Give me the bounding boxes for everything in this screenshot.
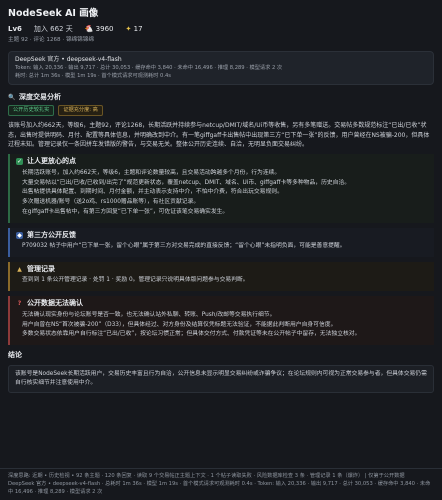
chicken-count: 3960: [95, 24, 114, 33]
admin-text: 查到到 1 条公开管理记录 · 处罚 1 · 奖励 0。管理记录只说明具体版问题…: [22, 277, 249, 284]
footer: 深度思路: 近期 • 历史检视 • 92 条主题 · 120 条回复 · 读取 …: [0, 467, 442, 500]
list-item: 多次赠送机器/账号（送2o鸡、rs1000赠品账等），有社区贡献记录。: [22, 199, 200, 206]
uncertain-panel: ? 公开数据无法确认 无法确认现实身份与论坛账号是否一致，也无法确认站外私聊、转…: [8, 296, 434, 346]
search-icon: 🔍: [8, 94, 16, 102]
question-icon: ?: [17, 300, 22, 308]
admin-panel: ▲ 管理记录 查到到 1 条公开管理记录 · 处罚 1 · 奖励 0。管理记录只…: [8, 262, 434, 292]
list-item: 长期活跃账号，加入约662天，等级6，主题和评论数量较高，且交易活动跨越多个月份…: [22, 169, 281, 176]
admin-heading: 管理记录: [27, 265, 55, 274]
analysis-paragraph: 该账号加入约662天，等级6，主题92，评论1268，长期活跃并持续参与netc…: [8, 122, 430, 148]
list-item: 出售帖提供具体配置、到期时间、月付金额，并主动表示支持中介，不怕中介费，符合出玩…: [22, 189, 283, 196]
list-item: 多数交易状态依靠用户自行标注“已出/已收”，按论坛习惯正常；但具体交付方式、付款…: [22, 331, 361, 338]
analysis-heading-text: 深度交易分析: [19, 92, 61, 101]
timing-info: 耗时: 总计 1m 36s · 模型 1m 19s · 首个模式请求可观测耗时 …: [15, 72, 171, 79]
joined-days: 加入 662 天: [33, 24, 73, 33]
positives-panel: ✓ 让人更放心的点 长期活跃账号，加入约662天，等级6，主题和评论数量较高，且…: [8, 154, 434, 223]
list-item: 用户自曾在NS“首次被骗-200”（D33），但具体经过、对方身份及结算仅凭标题…: [22, 321, 337, 328]
chicken-stat: 🐔 3960: [85, 25, 114, 34]
third-party-panel: ◆ 第三方公开反馈 P709032 帖子中用户“已下单一张，留个心眼”属于第三方…: [8, 227, 434, 258]
third-party-text: P709032 帖子中用户“已下单一张，留个心眼”属于第三方对交易完成的直接反馈…: [22, 243, 346, 250]
conclusion-text: 该账号是NodeSeek长期活跃用户，交易历史丰富且行为自洽，公开信息未显示明显…: [8, 364, 434, 394]
list-item: 无法确认现实身份与论坛账号是否一致，也无法确认站外私聊、转账、Push/改邮等交…: [22, 311, 276, 318]
star-count: 17: [133, 24, 143, 33]
profile-meta: Lv6 加入 662 天 🐔 3960 ✦ 17: [8, 25, 434, 34]
star-icon: ✦: [125, 24, 132, 33]
chicken-icon: 🐔: [84, 24, 94, 33]
hat-icon: ▲: [17, 266, 22, 274]
positives-heading: 让人更放心的点: [27, 157, 76, 166]
evidence-tag: 证据充分度: 高: [58, 105, 103, 117]
chat-icon: ◆: [16, 231, 23, 239]
list-item: 在giffgaff卡出售帖中，有第三方回复“已下单一张”，可佐证该笔交易确实发生…: [22, 208, 229, 215]
token-usage: Token: 输入 20,336 · 输出 9,717 · 总计 30,053 …: [15, 64, 283, 71]
profile-page: NodeSeek AI 画像 Lv6 加入 662 天 🐔 3960 ✦ 17 …: [0, 0, 442, 394]
list-item: 大量交易帖以“已出/已收/已收到/出完了”规范更新状态，覆盖netcup、DMI…: [22, 179, 351, 186]
analysis-tags: 公开历史较扎实 证据充分度: 高: [8, 105, 434, 117]
footer-line-1: 深度思路: 近期 • 历史检视 • 92 条主题 · 120 条回复 · 读取 …: [8, 472, 405, 479]
check-icon: ✓: [16, 158, 23, 166]
level-badge: Lv6: [8, 24, 22, 33]
star-stat: ✦ 17: [126, 25, 143, 34]
third-party-heading: 第三方公开反馈: [27, 230, 76, 239]
profile-subline: 主题 92 · 评论 1268 · 锦绵锦锦绵: [8, 37, 94, 44]
analysis-heading: 🔍 深度交易分析: [8, 93, 434, 102]
history-tag: 公开历史较扎实: [8, 105, 55, 117]
page-title: NodeSeek AI 画像: [8, 8, 99, 19]
conclusion-heading: 结论: [8, 351, 22, 360]
model-name: DeepSeek 官方 • deepseek-v4-flash: [15, 55, 122, 63]
footer-line-2: DeepSeek 官方 • deepseek-v4-flash · 总耗时 1m…: [8, 480, 431, 495]
uncertain-heading: 公开数据无法确认: [27, 299, 83, 308]
model-info-card: DeepSeek 官方 • deepseek-v4-flash Token: 输…: [8, 50, 434, 85]
